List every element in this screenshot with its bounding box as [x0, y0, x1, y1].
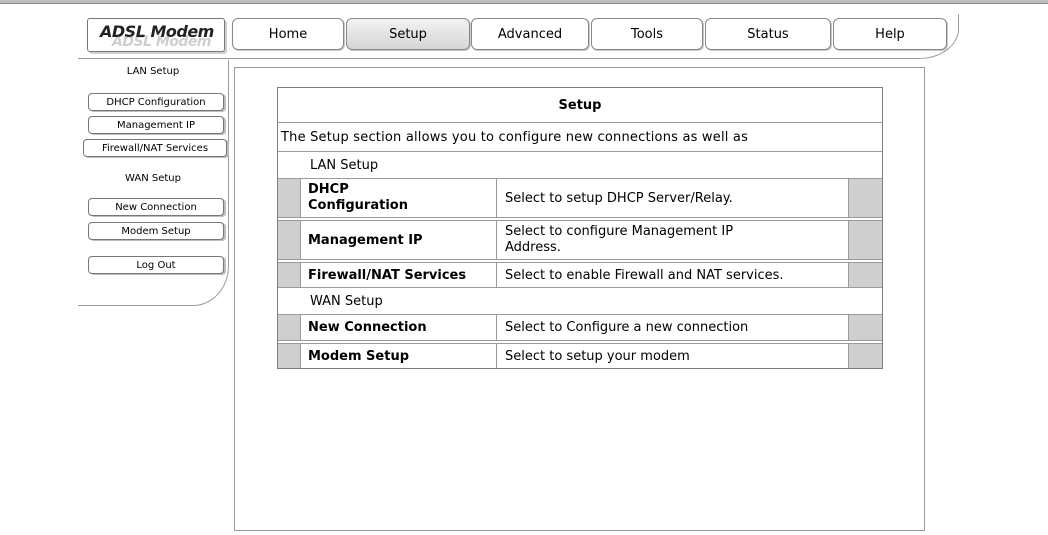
table-row: Management IP Select to configure Manage…: [278, 221, 882, 263]
row-description: Select to enable Firewall and NAT servic…: [497, 263, 849, 287]
sidebar-heading-lan: LAN Setup: [126, 66, 180, 77]
row-marker-right: [849, 221, 882, 259]
tab-status-label: Status: [747, 26, 789, 42]
tab-home[interactable]: Home: [232, 18, 344, 50]
sidebar-item-new-connection[interactable]: New Connection: [88, 198, 224, 216]
tab-advanced-label: Advanced: [497, 26, 563, 42]
row-description: Select to configure Management IP Addres…: [497, 221, 849, 259]
row-marker-left: [278, 315, 301, 340]
row-name: Modem Setup: [308, 348, 410, 364]
tab-status[interactable]: Status: [705, 18, 831, 50]
sidebar-item-label: New Connection: [115, 201, 197, 213]
tab-home-label: Home: [268, 26, 308, 42]
top-border: [0, 0, 1048, 4]
link-management-ip[interactable]: Management IP: [301, 221, 497, 259]
row-description: Select to setup your modem: [497, 344, 849, 368]
sidebar-item-management-ip[interactable]: Management IP: [88, 116, 224, 134]
table-row: DHCP Configuration Select to setup DHCP …: [278, 179, 882, 221]
table-row: Firewall/NAT Services Select to enable F…: [278, 263, 882, 288]
tab-advanced[interactable]: Advanced: [471, 18, 589, 50]
section-description: The Setup section allows you to configur…: [278, 123, 882, 152]
table-row: Modem Setup Select to setup your modem: [278, 344, 882, 368]
link-dhcp-configuration[interactable]: DHCP Configuration: [301, 179, 497, 217]
row-marker-right: [849, 263, 882, 287]
sidebar-item-label: Management IP: [116, 119, 196, 131]
page-title: Setup: [278, 88, 882, 123]
sidebar-item-label: Firewall/NAT Services: [101, 142, 209, 154]
row-name: New Connection: [308, 320, 427, 335]
row-marker-right: [849, 179, 882, 217]
row-name: DHCP Configuration: [308, 182, 408, 213]
logout-label: Log Out: [136, 259, 176, 271]
setup-table: Setup The Setup section allows you to co…: [277, 87, 883, 369]
tab-setup[interactable]: Setup: [346, 18, 470, 50]
row-marker-left: [278, 344, 301, 368]
tab-tools-label: Tools: [630, 26, 664, 42]
sidebar-item-label: Modem Setup: [121, 225, 191, 237]
link-modem-setup[interactable]: Modem Setup: [301, 344, 497, 368]
tab-setup-label: Setup: [389, 26, 427, 42]
table-row: New Connection Select to Configure a new…: [278, 315, 882, 344]
tab-help-label: Help: [875, 26, 905, 42]
sidebar-item-firewall-nat[interactable]: Firewall/NAT Services: [83, 139, 227, 157]
row-description-text: Select to configure Management IP Addres…: [505, 224, 734, 255]
sidebar-item-label: DHCP Configuration: [106, 96, 206, 108]
row-name: Firewall/NAT Services: [308, 267, 467, 283]
section-header-wan: WAN Setup: [278, 288, 882, 315]
tab-help[interactable]: Help: [833, 18, 947, 50]
sidebar-item-dhcp-configuration[interactable]: DHCP Configuration: [88, 93, 224, 111]
row-marker-left: [278, 263, 301, 287]
section-header-lan: LAN Setup: [278, 152, 882, 179]
link-new-connection[interactable]: New Connection: [301, 315, 497, 340]
sidebar-heading-wan: WAN Setup: [125, 173, 181, 184]
logout-button[interactable]: Log Out: [88, 256, 224, 274]
row-marker-right: [849, 344, 882, 368]
row-name: Management IP: [308, 232, 423, 248]
logo: ADSL Modem ADSL Modem: [87, 18, 225, 52]
row-marker-left: [278, 179, 301, 217]
row-marker-left: [278, 221, 301, 259]
link-firewall-nat-services[interactable]: Firewall/NAT Services: [301, 263, 497, 287]
row-description: Select to setup DHCP Server/Relay.: [497, 179, 849, 217]
tab-tools[interactable]: Tools: [591, 18, 703, 50]
logo-text: ADSL Modem: [100, 22, 214, 41]
row-marker-right: [849, 315, 882, 340]
row-description: Select to Configure a new connection: [497, 315, 849, 340]
sidebar-item-modem-setup[interactable]: Modem Setup: [88, 222, 224, 240]
